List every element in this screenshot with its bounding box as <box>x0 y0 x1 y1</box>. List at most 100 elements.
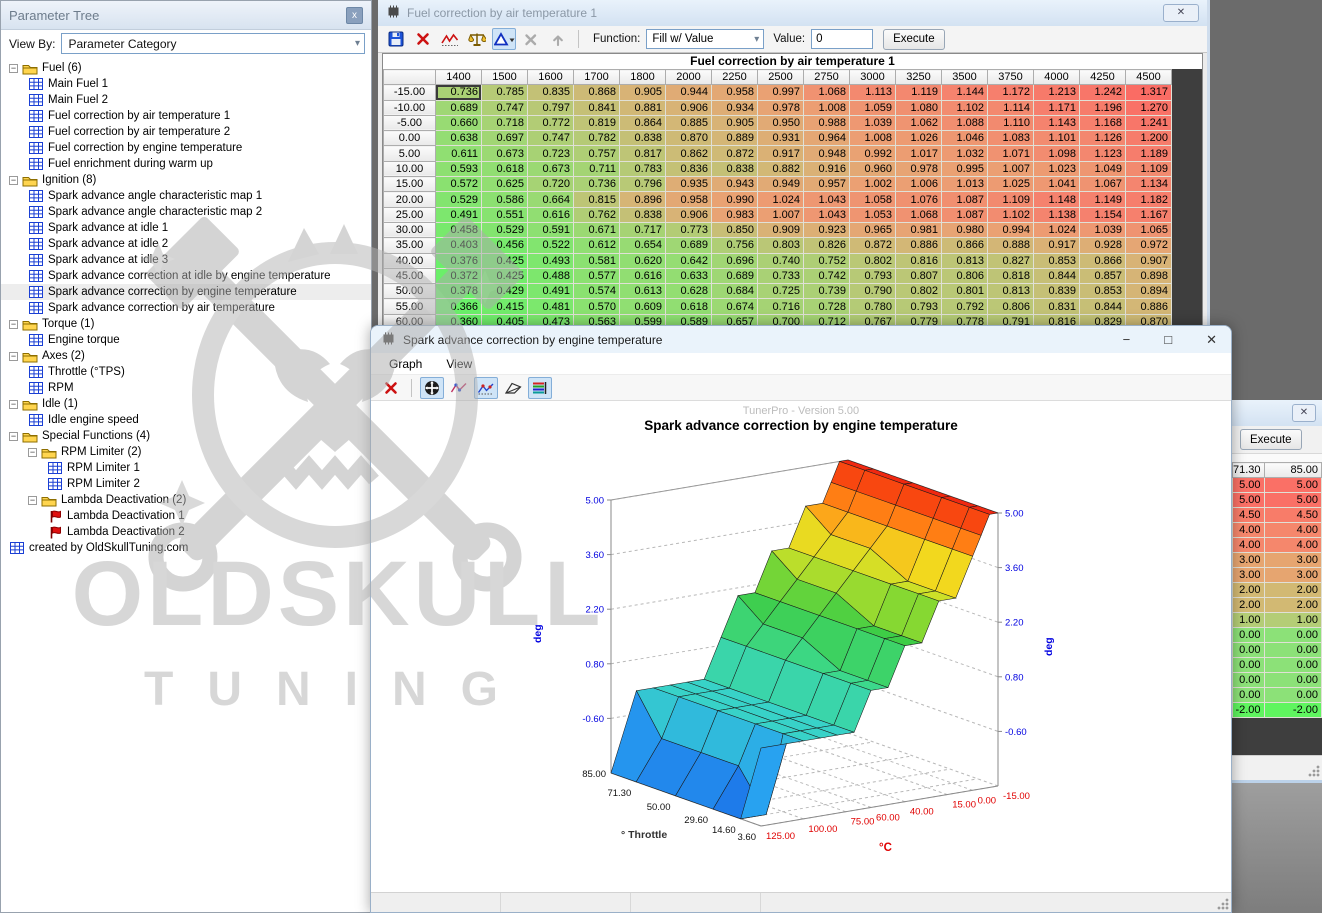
row-header[interactable]: 45.00 <box>384 268 436 283</box>
map-cell[interactable]: 1.006 <box>896 177 942 192</box>
map-cell[interactable]: 0.747 <box>482 100 528 115</box>
map-cell[interactable]: 1.067 <box>1080 177 1126 192</box>
map-cell[interactable]: 1.039 <box>1080 222 1126 237</box>
map-cell[interactable]: 0.796 <box>620 177 666 192</box>
map-cell[interactable]: 1.053 <box>850 207 896 222</box>
map-cell[interactable]: 0.493 <box>528 253 574 268</box>
map-cell[interactable]: 0.717 <box>620 222 666 237</box>
map-cell[interactable]: 0.792 <box>942 299 988 314</box>
tree-item[interactable]: Spark advance at idle 2 <box>1 236 371 252</box>
delete-icon[interactable] <box>411 28 435 50</box>
map-cell[interactable]: 0.611 <box>436 146 482 161</box>
map-cell[interactable]: 0.944 <box>666 85 712 100</box>
map-cell[interactable]: 0.378 <box>436 284 482 299</box>
map-cell[interactable]: 0.994 <box>988 222 1034 237</box>
map-cell[interactable]: 0.696 <box>712 253 758 268</box>
map-cell[interactable]: 0.720 <box>528 177 574 192</box>
map-cell[interactable]: 0.909 <box>758 222 804 237</box>
y-axis-icon[interactable] <box>546 28 570 50</box>
map-cell[interactable]: 0.898 <box>1126 268 1172 283</box>
tree-item[interactable]: −Idle (1) <box>1 396 371 412</box>
map-cell[interactable]: 0.797 <box>528 100 574 115</box>
map-cell[interactable]: 0.836 <box>666 161 712 176</box>
map-cell[interactable]: 0.923 <box>804 222 850 237</box>
map-cell[interactable]: 0.906 <box>666 100 712 115</box>
row-header[interactable]: 50.00 <box>384 284 436 299</box>
map-cell[interactable]: 1.196 <box>1080 100 1126 115</box>
map-cell[interactable]: 0.992 <box>850 146 896 161</box>
map-cell[interactable]: 0.905 <box>712 115 758 130</box>
map-cell[interactable]: 0.882 <box>758 161 804 176</box>
map-cell[interactable]: 0.415 <box>482 299 528 314</box>
tree-item[interactable]: Spark advance angle characteristic map 2 <box>1 204 371 220</box>
tree-item[interactable]: Idle engine speed <box>1 412 371 428</box>
map-cell[interactable]: -2.00 <box>1233 703 1265 718</box>
column-header[interactable]: 2250 <box>712 70 758 85</box>
tree-item[interactable]: Lambda Deactivation 2 <box>1 524 371 540</box>
row-header[interactable]: -10.00 <box>384 100 436 115</box>
save-icon[interactable] <box>384 28 408 50</box>
row-header[interactable]: 40.00 <box>384 253 436 268</box>
map-cell[interactable]: 0.906 <box>666 207 712 222</box>
map-cell[interactable]: 1.039 <box>850 115 896 130</box>
fuel-window-titlebar[interactable]: Fuel correction by air temperature 1 ✕ <box>378 0 1207 26</box>
map-cell[interactable]: 0.740 <box>758 253 804 268</box>
delete-icon[interactable] <box>379 377 403 399</box>
pan-icon[interactable] <box>420 377 444 399</box>
map-cell[interactable]: 0.425 <box>482 253 528 268</box>
tree-item[interactable]: Main Fuel 2 <box>1 92 371 108</box>
graph-view-icon[interactable] <box>438 28 462 50</box>
map-cell[interactable]: 0.881 <box>620 100 666 115</box>
map-cell[interactable]: 0.827 <box>988 253 1034 268</box>
map-cell[interactable]: 1.068 <box>804 85 850 100</box>
map-cell[interactable]: 0.782 <box>574 131 620 146</box>
map-cell[interactable]: 0.458 <box>436 222 482 237</box>
map-cell[interactable]: 0.633 <box>666 268 712 283</box>
map-cell[interactable]: 0.625 <box>482 177 528 192</box>
map-cell[interactable]: 2.00 <box>1233 583 1265 598</box>
map-cell[interactable]: 0.654 <box>620 238 666 253</box>
map-cell[interactable]: 0.673 <box>482 146 528 161</box>
map-cell[interactable]: 2.00 <box>1233 598 1265 613</box>
map-cell[interactable]: 0.868 <box>574 85 620 100</box>
map-cell[interactable]: 0.570 <box>574 299 620 314</box>
map-cell[interactable]: 0.674 <box>712 299 758 314</box>
x-axis-icon[interactable] <box>519 28 543 50</box>
map-cell[interactable]: 0.756 <box>712 238 758 253</box>
close-icon[interactable]: ✕ <box>1292 404 1316 422</box>
row-header[interactable]: 55.00 <box>384 299 436 314</box>
map-cell[interactable]: 0.978 <box>758 100 804 115</box>
map-cell[interactable]: 0.957 <box>804 177 850 192</box>
map-cell[interactable]: 1.00 <box>1233 613 1265 628</box>
map-cell[interactable]: 1.109 <box>1126 161 1172 176</box>
view-3d-icon[interactable] <box>492 28 516 50</box>
map-cell[interactable]: 0.616 <box>528 207 574 222</box>
map-cell[interactable]: 0.491 <box>528 284 574 299</box>
map-cell[interactable]: 1.241 <box>1126 115 1172 130</box>
column-header[interactable]: 3250 <box>896 70 942 85</box>
map-cell[interactable]: 4.00 <box>1264 523 1321 538</box>
map-cell[interactable]: 0.813 <box>988 284 1034 299</box>
map-cell[interactable]: 0.997 <box>758 85 804 100</box>
tree-item[interactable]: Spark advance angle characteristic map 1 <box>1 188 371 204</box>
map-cell[interactable]: 0.689 <box>436 100 482 115</box>
map-cell[interactable]: 0.817 <box>620 146 666 161</box>
map-cell[interactable]: 0.894 <box>1126 284 1172 299</box>
column-header[interactable]: 4000 <box>1034 70 1080 85</box>
map-cell[interactable]: 0.783 <box>620 161 666 176</box>
map-cell[interactable]: 0.888 <box>988 238 1034 253</box>
map-cell[interactable]: 0.949 <box>758 177 804 192</box>
map-cell[interactable]: 0.838 <box>620 207 666 222</box>
column-header[interactable]: 3500 <box>942 70 988 85</box>
map-cell[interactable]: 0.844 <box>1080 299 1126 314</box>
expand-toggle-icon[interactable]: − <box>9 400 18 409</box>
map-cell[interactable]: 1.134 <box>1126 177 1172 192</box>
side-window-titlebar[interactable]: ✕ <box>1232 400 1322 426</box>
map-cell[interactable]: 0.972 <box>1126 238 1172 253</box>
tree-item[interactable]: Spark advance correction at idle by engi… <box>1 268 371 284</box>
map-cell[interactable]: 0.00 <box>1233 643 1265 658</box>
column-header[interactable]: 1600 <box>528 70 574 85</box>
map-cell[interactable]: 1.088 <box>942 115 988 130</box>
tilt-axes-icon[interactable] <box>501 377 525 399</box>
tree-item[interactable]: −RPM Limiter (2) <box>1 444 371 460</box>
